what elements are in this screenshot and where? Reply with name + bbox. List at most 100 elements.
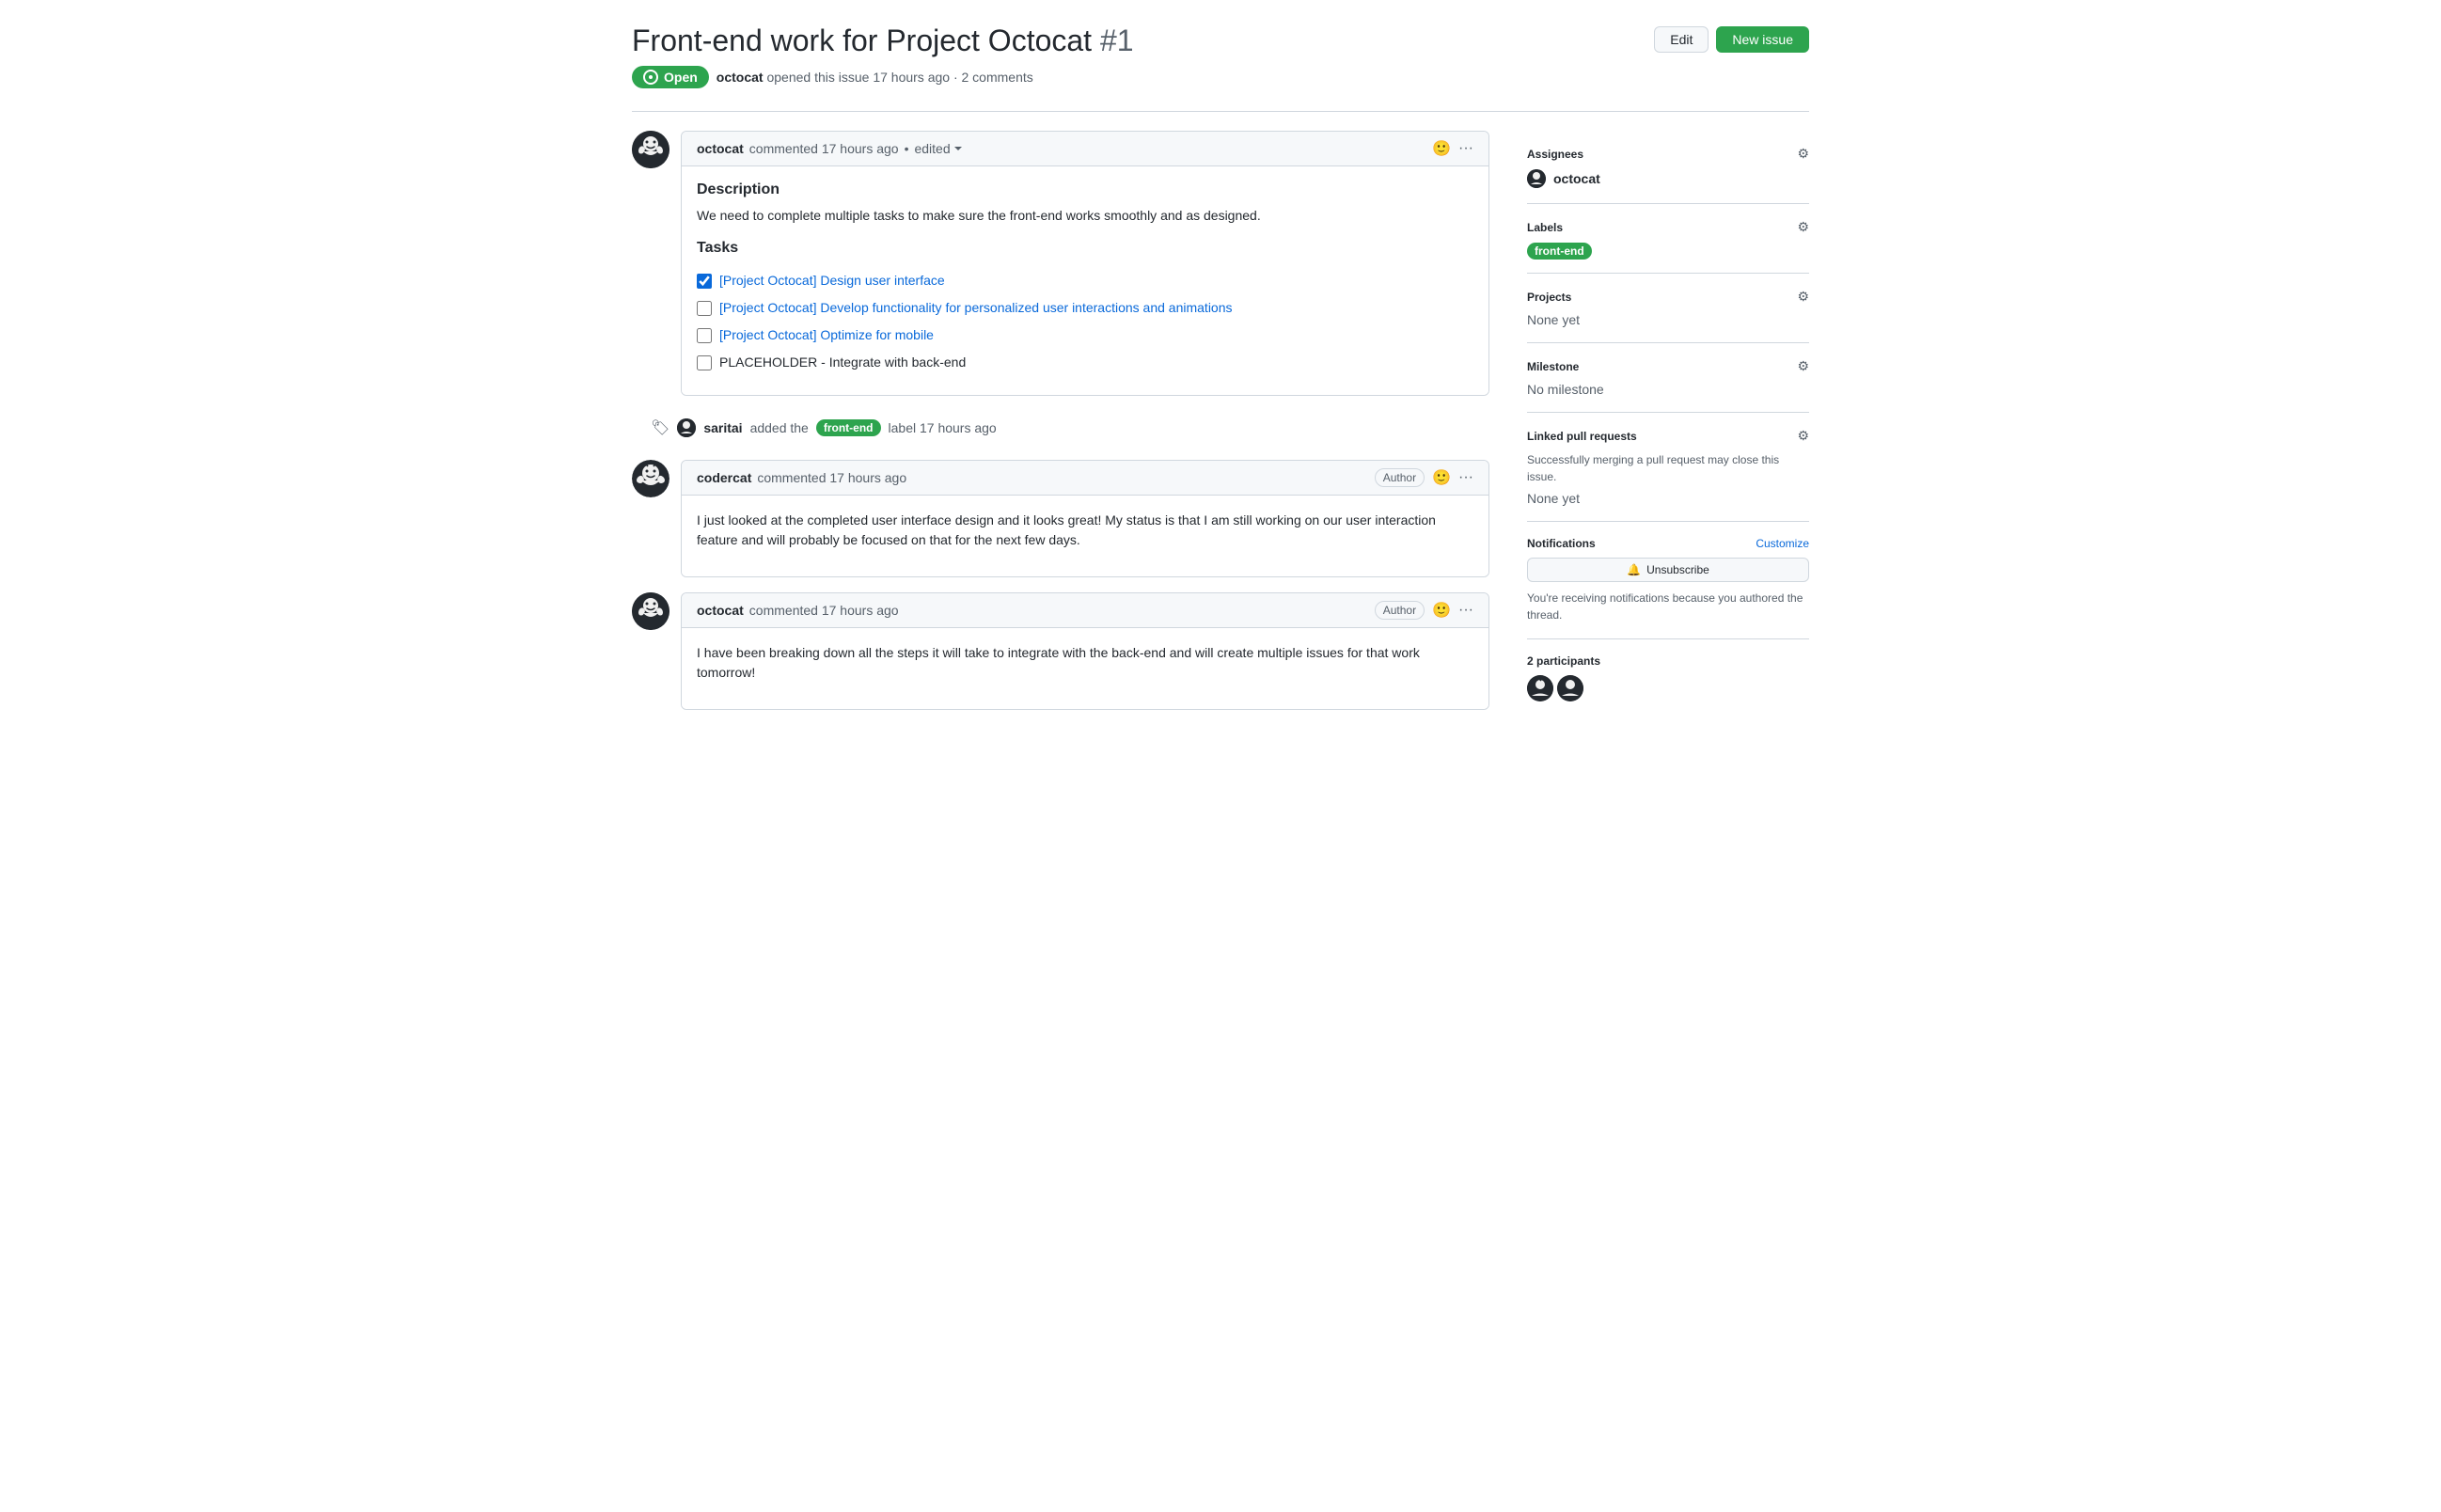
- task-plain-4: PLACEHOLDER - Integrate with back-end: [719, 353, 966, 372]
- notifications-heading-row: Notifications Customize: [1527, 537, 1809, 550]
- assignees-heading: Assignees: [1527, 148, 1583, 161]
- participants-section: 2 participants: [1527, 639, 1809, 717]
- assignees-heading-row: Assignees ⚙: [1527, 146, 1809, 162]
- main-layout: octocat commented 17 hours ago • edited …: [632, 131, 1809, 725]
- task-checkbox-2[interactable]: [697, 301, 712, 316]
- notifications-heading: Notifications: [1527, 537, 1596, 550]
- task-link-3[interactable]: [Project Octocat] Optimize for mobile: [719, 325, 934, 345]
- codercat-avatar: [632, 460, 669, 497]
- content-area: octocat commented 17 hours ago • edited …: [632, 131, 1489, 725]
- assignee-name: octocat: [1553, 171, 1600, 186]
- task-item-1: [Project Octocat] Design user interface: [697, 271, 1473, 291]
- description-text: We need to complete multiple tasks to ma…: [697, 206, 1473, 226]
- comment-3-author: octocat: [697, 603, 744, 618]
- milestone-section: Milestone ⚙ No milestone: [1527, 343, 1809, 413]
- comment-1-edited-dropdown[interactable]: edited: [914, 141, 961, 156]
- projects-gear-button[interactable]: ⚙: [1797, 289, 1809, 305]
- octocat-avatar-2: [632, 592, 669, 630]
- issue-title: Front-end work for Project Octocat #1: [632, 23, 1134, 58]
- description-heading: Description: [697, 181, 1473, 198]
- linked-pr-value: None yet: [1527, 491, 1580, 506]
- comment-2-header: codercat commented 17 hours ago Author 🙂…: [682, 461, 1488, 496]
- assignee-row: octocat: [1527, 169, 1809, 188]
- projects-heading-row: Projects ⚙: [1527, 289, 1809, 305]
- comment-2-body: I just looked at the completed user inte…: [682, 496, 1488, 576]
- label-badge: front-end: [1527, 243, 1592, 260]
- projects-section: Projects ⚙ None yet: [1527, 274, 1809, 343]
- comment-2-more-button[interactable]: ···: [1458, 469, 1473, 486]
- comment-3-wrapper: octocat commented 17 hours ago Author 🙂 …: [632, 592, 1489, 710]
- projects-heading: Projects: [1527, 291, 1571, 304]
- milestone-gear-button[interactable]: ⚙: [1797, 358, 1809, 374]
- tasks-heading: Tasks: [697, 237, 1473, 260]
- octocat-avatar-1: [632, 131, 669, 168]
- activity-label-badge: front-end: [816, 419, 881, 436]
- comment-1-header-right: 🙂 ···: [1432, 139, 1473, 158]
- comment-2-author-badge: Author: [1375, 468, 1425, 487]
- comment-3-emoji-button[interactable]: 🙂: [1432, 601, 1451, 620]
- task-item-3: [Project Octocat] Optimize for mobile: [697, 325, 1473, 345]
- comment-3-body: I have been breaking down all the steps …: [682, 628, 1488, 709]
- issue-header: Front-end work for Project Octocat #1 Ed…: [632, 23, 1809, 58]
- participants-heading: 2 participants: [1527, 654, 1809, 668]
- comment-3-box: octocat commented 17 hours ago Author 🙂 …: [681, 592, 1489, 710]
- participant-avatar-2: [1557, 675, 1583, 701]
- comment-1-emoji-button[interactable]: 🙂: [1432, 139, 1451, 158]
- comment-2-author: codercat: [697, 470, 751, 485]
- comment-3-header-left: octocat commented 17 hours ago: [697, 603, 899, 618]
- comment-2-header-right: Author 🙂 ···: [1375, 468, 1473, 487]
- assignees-gear-button[interactable]: ⚙: [1797, 146, 1809, 162]
- notification-description: You're receiving notifications because y…: [1527, 590, 1809, 623]
- milestone-heading-row: Milestone ⚙: [1527, 358, 1809, 374]
- comment-1-body: Description We need to complete multiple…: [682, 166, 1488, 395]
- comment-3-time: commented 17 hours ago: [749, 603, 899, 618]
- assignee-avatar: [1527, 169, 1546, 188]
- edited-chevron-icon: [954, 147, 962, 150]
- task-checkbox-3[interactable]: [697, 328, 712, 343]
- comment-3-author-badge: Author: [1375, 601, 1425, 620]
- issue-author-name: octocat: [717, 70, 764, 85]
- issue-meta: Open octocat opened this issue 17 hours …: [632, 66, 1809, 88]
- header-buttons: Edit New issue: [1654, 26, 1809, 53]
- task-link-2[interactable]: [Project Octocat] Develop functionality …: [719, 298, 1233, 318]
- status-text: Open: [664, 70, 698, 85]
- sidebar: Assignees ⚙ octocat: [1527, 131, 1809, 725]
- comment-3-more-button[interactable]: ···: [1458, 602, 1473, 619]
- notifications-section: Notifications Customize 🔔 Unsubscribe Yo…: [1527, 522, 1809, 639]
- task-link-1[interactable]: [Project Octocat] Design user interface: [719, 271, 945, 291]
- linked-pr-description: Successfully merging a pull request may …: [1527, 451, 1809, 485]
- comment-1-edited: •: [905, 141, 909, 156]
- projects-value: None yet: [1527, 312, 1580, 327]
- meta-text: octocat opened this issue 17 hours ago ·…: [717, 70, 1033, 85]
- customize-link[interactable]: Customize: [1756, 537, 1809, 550]
- comment-1-box: octocat commented 17 hours ago • edited …: [681, 131, 1489, 396]
- linked-pr-gear-button[interactable]: ⚙: [1797, 428, 1809, 444]
- new-issue-button[interactable]: New issue: [1716, 26, 1809, 53]
- milestone-value: No milestone: [1527, 382, 1604, 397]
- comment-1-author: octocat: [697, 141, 744, 156]
- milestone-heading: Milestone: [1527, 360, 1579, 373]
- labels-gear-button[interactable]: ⚙: [1797, 219, 1809, 235]
- comment-1-header-left: octocat commented 17 hours ago • edited: [697, 141, 962, 156]
- unsubscribe-label: Unsubscribe: [1646, 563, 1709, 576]
- comment-2-header-left: codercat commented 17 hours ago: [697, 470, 906, 485]
- labels-section: Labels ⚙ front-end: [1527, 204, 1809, 274]
- task-item-2: [Project Octocat] Develop functionality …: [697, 298, 1473, 318]
- task-checkbox-1[interactable]: [697, 274, 712, 289]
- edit-button[interactable]: Edit: [1654, 26, 1709, 53]
- task-item-4: PLACEHOLDER - Integrate with back-end: [697, 353, 1473, 372]
- comment-2-box: codercat commented 17 hours ago Author 🙂…: [681, 460, 1489, 577]
- divider: [632, 111, 1809, 112]
- activity-actor: saritai: [703, 420, 742, 435]
- comment-2-emoji-button[interactable]: 🙂: [1432, 468, 1451, 487]
- task-checkbox-4[interactable]: [697, 355, 712, 370]
- tag-icon: 🏷: [651, 418, 669, 437]
- comment-1-wrapper: octocat commented 17 hours ago • edited …: [632, 131, 1489, 396]
- comment-3-text: I have been breaking down all the steps …: [697, 643, 1473, 683]
- assignees-section: Assignees ⚙ octocat: [1527, 131, 1809, 204]
- comment-1-time: commented 17 hours ago: [749, 141, 899, 156]
- comment-1-more-button[interactable]: ···: [1458, 140, 1473, 157]
- comment-3-header: octocat commented 17 hours ago Author 🙂 …: [682, 593, 1488, 628]
- unsubscribe-button[interactable]: 🔔 Unsubscribe: [1527, 558, 1809, 582]
- comment-2-time: commented 17 hours ago: [757, 470, 906, 485]
